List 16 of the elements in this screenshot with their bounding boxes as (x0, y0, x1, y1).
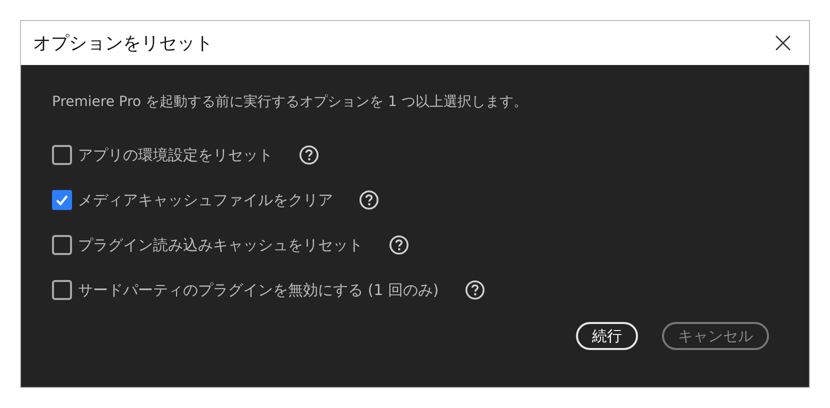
checkbox[interactable] (52, 145, 72, 165)
help-icon[interactable] (299, 145, 319, 165)
checkbox[interactable] (52, 190, 72, 210)
option-label: アプリの環境設定をリセット (78, 146, 273, 164)
close-icon[interactable] (775, 35, 791, 51)
option-label: プラグイン読み込みキャッシュをリセット (78, 236, 363, 254)
help-icon[interactable] (389, 235, 409, 255)
checkbox[interactable] (52, 280, 72, 300)
option-label: メディアキャッシュファイルをクリア (78, 190, 333, 210)
checkbox[interactable] (52, 235, 72, 255)
help-icon[interactable] (359, 190, 379, 210)
description-text: Premiere Pro を起動する前に実行するオプションを 1 つ以上選択します。 (52, 93, 528, 111)
option-label: サードパーティのプラグインを無効にする (1 回のみ) (78, 280, 439, 300)
help-icon[interactable] (464, 280, 485, 300)
window-title: オプションをリセット (33, 32, 213, 55)
dialog-button[interactable]: 続行 (576, 322, 638, 350)
